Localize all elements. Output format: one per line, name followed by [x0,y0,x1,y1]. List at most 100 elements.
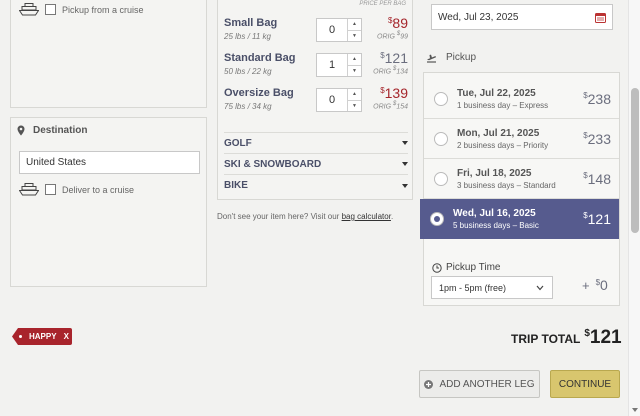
pickup-options-panel: Tue, Jul 22, 2025 1 business day – Expre… [420,72,620,306]
pickup-option-radio[interactable] [434,171,448,186]
pickup-option-desc: 5 business days – Basic [453,221,539,230]
bag-row: Oversize Bag 75 lbs / 34 kg 0 ▲ ▼ $139 O… [224,85,408,117]
note-suffix: . [390,212,394,221]
pickup-option-price: $238 [583,91,619,107]
bag-quantity-stepper[interactable]: 0 ▲ ▼ [316,18,362,42]
orig-prefix: ORIG [373,68,392,76]
bag-price-currency: $ [380,51,385,60]
orig-prefix: ORIG [373,103,392,111]
category-ski-snowboard[interactable]: SKI & SNOWBOARD [224,154,408,175]
bag-quantity-stepper[interactable]: 0 ▲ ▼ [316,88,362,112]
caret-down-icon [402,162,408,166]
bag-selection-panel: PRICE PER BAG Small Bag 25 lbs / 11 kg 0… [217,0,413,200]
continue-label: CONTINUE [558,378,612,390]
bag-quantity-value: 0 [317,89,348,111]
bag-quantity-value: 1 [317,54,348,76]
pickup-option-radio[interactable] [434,91,448,106]
decrement-arrow-icon[interactable]: ▼ [348,31,361,42]
increment-arrow-icon[interactable]: ▲ [348,89,361,101]
pickup-option-date: Wed, Jul 16, 2025 [453,208,536,219]
price-per-bag-header: PRICE PER BAG [359,1,406,7]
pickup-option[interactable]: Wed, Jul 16, 2025 5 business days – Basi… [420,199,619,239]
scrollbar-track[interactable] [628,0,640,416]
cruise-ship-icon [19,3,39,16]
clock-icon [432,262,442,273]
continue-button[interactable]: CONTINUE [550,370,620,398]
pickup-option-radio[interactable] [430,212,444,226]
deliver-cruise-checkbox[interactable] [45,184,56,195]
orig-value: 154 [396,103,408,111]
orig-value: 99 [400,33,408,41]
map-pin-icon [17,125,25,136]
pickup-title: Pickup [446,52,477,63]
promo-remove-button[interactable]: X [64,332,69,341]
calendar-icon[interactable] [595,12,606,23]
pickup-option-desc: 3 business days – Standard [457,180,556,190]
decrement-arrow-icon[interactable]: ▼ [348,101,361,112]
bag-price: $139 [373,85,408,101]
bag-row: Standard Bag 50 lbs / 22 kg 1 ▲ ▼ $121 O… [224,50,408,82]
destination-country-value: United States [26,157,87,168]
pickup-time-price: 0 [600,277,608,293]
pickup-time-currency: $ [595,278,601,287]
scrollbar-thumb[interactable] [631,88,639,233]
bag-quantity-value: 0 [317,19,348,41]
bag-price: $121 [373,50,408,66]
promo-code-tag: HAPPY X [12,328,72,345]
caret-down-icon [402,141,408,145]
pickup-time-plus: + [582,278,590,293]
pickup-option-price: $233 [583,131,619,147]
bag-row: Small Bag 25 lbs / 11 kg 0 ▲ ▼ $89 ORIG … [224,15,408,47]
bag-price-currency: $ [380,86,385,95]
bag-size: 25 lbs / 11 kg [224,32,271,41]
origin-panel: Pickup from a cruise [10,0,207,108]
orig-prefix: ORIG [377,33,395,41]
pickup-option-desc: 2 business days – Priority [457,140,549,150]
pickup-cruise-label: Pickup from a cruise [62,4,144,15]
pickup-time-select[interactable]: 1pm - 5pm (free) [431,276,553,299]
pickup-time-value: 1pm - 5pm (free) [439,282,507,293]
note-prefix: Don't see your item here? Visit our [217,212,342,221]
pickup-option-date: Fri, Jul 18, 2025 [457,167,532,179]
bag-calculator-note: Don't see your item here? Visit our bag … [217,212,393,221]
destination-country-input[interactable]: United States [19,151,200,174]
cruise-ship-icon [19,183,39,196]
caret-down-icon [402,183,408,188]
decrement-arrow-icon[interactable]: ▼ [348,66,361,77]
date-value: Wed, Jul 23, 2025 [438,11,519,23]
pickup-option[interactable]: Fri, Jul 18, 2025 3 business days – Stan… [424,159,619,199]
category-golf[interactable]: GOLF [224,133,408,154]
plus-circle-icon [424,379,434,389]
bag-original-price: ORIG $99 [377,31,408,40]
bag-price-value: 89 [392,15,408,31]
pickup-option[interactable]: Mon, Jul 21, 2025 2 business days – Prio… [424,119,619,159]
trip-total-currency: $ [584,328,590,339]
bag-original-price: ORIG $154 [373,101,408,110]
add-another-leg-label: ADD ANOTHER LEG [439,378,535,390]
date-field[interactable]: Wed, Jul 23, 2025 [431,4,613,30]
pickup-option[interactable]: Tue, Jul 22, 2025 1 business day – Expre… [424,79,619,119]
pickup-option-desc: 1 business day – Express [457,100,549,110]
trip-total-label: TRIP TOTAL [511,332,581,346]
category-bike[interactable]: BIKE [224,175,408,196]
pickup-cruise-checkbox[interactable] [45,4,56,15]
increment-arrow-icon[interactable]: ▲ [348,54,361,66]
pickup-time-title: Pickup Time [446,262,501,273]
pickup-option-price-value: 148 [587,170,611,187]
pickup-option-radio[interactable] [434,131,448,146]
bag-price-value: 139 [384,85,408,101]
destination-panel: Destination United States Deliver to a c… [10,117,207,287]
bag-name: Standard Bag [224,52,296,64]
add-another-leg-button[interactable]: ADD ANOTHER LEG [419,370,540,398]
bag-calculator-link[interactable]: bag calculator [342,212,391,221]
bag-quantity-stepper[interactable]: 1 ▲ ▼ [316,53,362,77]
destination-title: Destination [33,125,88,136]
trip-total: TRIP TOTAL $ 121 [511,327,622,349]
increment-arrow-icon[interactable]: ▲ [348,19,361,31]
takeoff-icon [427,54,436,63]
bag-name: Oversize Bag [224,87,294,99]
pickup-option-price-value: 233 [587,130,611,147]
bag-name: Small Bag [224,17,278,29]
pickup-option-date: Mon, Jul 21, 2025 [457,127,540,139]
scroll-down-arrow[interactable] [632,408,638,412]
